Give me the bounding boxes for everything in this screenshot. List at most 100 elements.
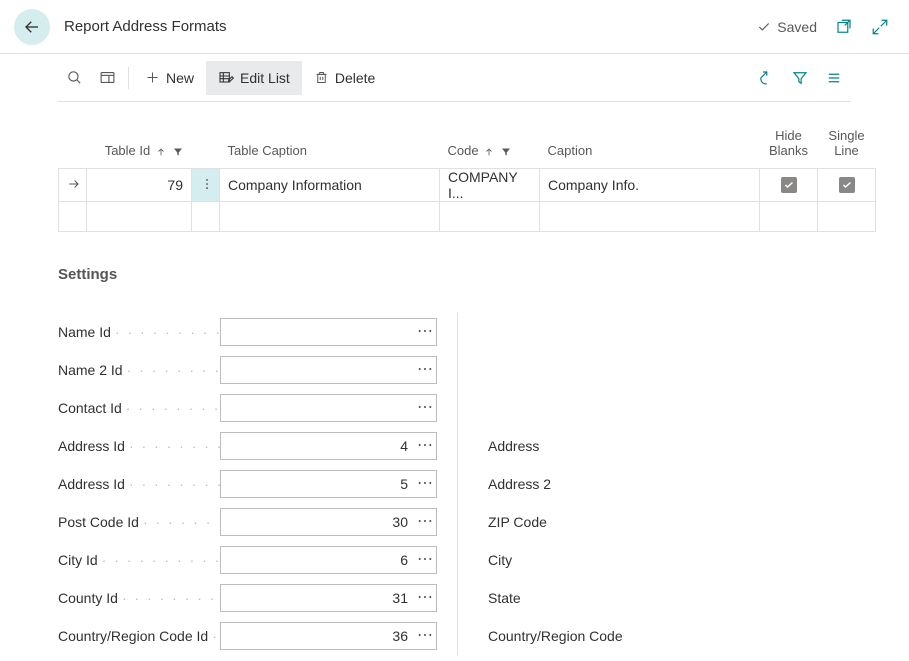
- lookup-button[interactable]: ⋯: [414, 400, 436, 416]
- field-label: Contact Id: [58, 400, 220, 416]
- share-icon: [757, 69, 775, 87]
- address-id-input[interactable]: [221, 438, 414, 454]
- lookup-button[interactable]: ⋯: [414, 514, 436, 530]
- name2-id-input[interactable]: [221, 362, 414, 378]
- field-label: Name Id: [58, 324, 220, 340]
- table-row-empty[interactable]: [59, 202, 876, 232]
- more-vertical-icon: [200, 177, 214, 191]
- sort-asc-icon: [484, 147, 494, 157]
- county-id-input[interactable]: [221, 590, 414, 606]
- filter-icon: [500, 146, 512, 158]
- popout-button[interactable]: [835, 18, 853, 36]
- new-label: New: [166, 70, 194, 86]
- expand-button[interactable]: [871, 18, 889, 36]
- col-header-hide-blanks[interactable]: Hide Blanks: [760, 122, 818, 169]
- popout-icon: [835, 18, 853, 36]
- filter-icon: [172, 146, 184, 158]
- contact-id-input[interactable]: [221, 400, 414, 416]
- field-address2-id: Address Id ⋯: [58, 465, 437, 503]
- col-header-hide-blanks-label: Hide Blanks: [769, 128, 808, 158]
- col-header-table-caption[interactable]: Table Caption: [220, 122, 440, 169]
- cell-table-id[interactable]: 79: [87, 169, 192, 202]
- filter-button[interactable]: [783, 63, 817, 93]
- view-button[interactable]: [91, 61, 124, 95]
- field-label: Address Id: [58, 476, 220, 492]
- settings-section: Settings Name Id ⋯ Name 2 Id ⋯ Contact I…: [0, 266, 909, 655]
- field-label: County Id: [58, 590, 220, 606]
- sort-asc-icon: [156, 147, 166, 157]
- back-button[interactable]: [14, 9, 50, 45]
- col-header-single-line-label: Single Line: [828, 128, 864, 158]
- saved-label: Saved: [777, 19, 817, 35]
- plus-icon: [145, 70, 160, 85]
- checkbox-checked-icon: [839, 177, 855, 193]
- field-countryregion-id: Country/Region Code Id ⋯: [58, 617, 437, 655]
- field-city-id: City Id ⋯: [58, 541, 437, 579]
- lookup-button[interactable]: ⋯: [414, 438, 436, 454]
- back-arrow-icon: [23, 18, 41, 36]
- lookup-button[interactable]: ⋯: [414, 362, 436, 378]
- lookup-button[interactable]: ⋯: [414, 628, 436, 644]
- lookup-button[interactable]: ⋯: [414, 476, 436, 492]
- col-header-table-id-label: Table Id: [105, 143, 151, 158]
- list-icon: [825, 69, 843, 87]
- cell-table-caption[interactable]: Company Information: [220, 169, 440, 202]
- lookup-button[interactable]: ⋯: [414, 590, 436, 606]
- checkbox-checked-icon: [781, 177, 797, 193]
- col-header-code-label: Code: [448, 143, 479, 158]
- top-right-actions: Saved: [757, 18, 889, 36]
- top-bar: Report Address Formats Saved: [0, 0, 909, 54]
- edit-list-icon: [218, 70, 234, 86]
- assoc-label: State: [488, 579, 623, 617]
- trash-icon: [314, 70, 329, 85]
- col-header-table-caption-label: Table Caption: [228, 143, 308, 158]
- new-button[interactable]: New: [133, 61, 206, 95]
- assoc-label: ZIP Code: [488, 503, 623, 541]
- filter-icon: [791, 69, 809, 87]
- delete-button[interactable]: Delete: [302, 61, 387, 95]
- list-options-button[interactable]: [817, 63, 851, 93]
- assoc-label: Address 2: [488, 465, 623, 503]
- postcode-id-input[interactable]: [221, 514, 414, 530]
- countryregion-id-input[interactable]: [221, 628, 414, 644]
- row-arrow-icon: [67, 177, 81, 191]
- toolbar: New Edit List Delete: [58, 54, 851, 102]
- edit-list-label: Edit List: [240, 70, 290, 86]
- name-id-input[interactable]: [221, 324, 414, 340]
- field-county-id: County Id ⋯: [58, 579, 437, 617]
- cell-single-line[interactable]: [818, 169, 876, 202]
- delete-label: Delete: [335, 70, 375, 86]
- search-button[interactable]: [58, 61, 91, 95]
- city-id-input[interactable]: [221, 552, 414, 568]
- lookup-button[interactable]: ⋯: [414, 552, 436, 568]
- card-view-icon: [99, 69, 116, 86]
- lookup-button[interactable]: ⋯: [414, 324, 436, 340]
- address2-id-input[interactable]: [221, 476, 414, 492]
- field-name-id: Name Id ⋯: [58, 313, 437, 351]
- row-selector[interactable]: [59, 169, 87, 202]
- row-menu-button[interactable]: [192, 169, 220, 202]
- settings-title: Settings: [58, 266, 851, 283]
- assoc-label: Country/Region Code: [488, 617, 623, 655]
- cell-caption[interactable]: Company Info.: [540, 169, 760, 202]
- field-name2-id: Name 2 Id ⋯: [58, 351, 437, 389]
- assoc-label: City: [488, 541, 623, 579]
- col-header-code[interactable]: Code: [440, 122, 540, 169]
- field-label: City Id: [58, 552, 220, 568]
- col-header-caption[interactable]: Caption: [540, 122, 760, 169]
- col-header-single-line[interactable]: Single Line: [818, 122, 876, 169]
- address-formats-grid: Table Id Table Caption Code Caption Hide…: [58, 122, 876, 232]
- edit-list-button[interactable]: Edit List: [206, 61, 302, 95]
- search-icon: [66, 69, 83, 86]
- settings-fields-column: Name Id ⋯ Name 2 Id ⋯ Contact Id ⋯ Addre…: [58, 313, 458, 655]
- share-button[interactable]: [749, 63, 783, 93]
- col-header-caption-label: Caption: [548, 143, 593, 158]
- table-row[interactable]: 79 Company Information COMPANY I... Comp…: [59, 169, 876, 202]
- col-header-table-id[interactable]: Table Id: [87, 122, 192, 169]
- field-contact-id: Contact Id ⋯: [58, 389, 437, 427]
- toolbar-separator: [128, 67, 129, 89]
- cell-hide-blanks[interactable]: [760, 169, 818, 202]
- field-postcode-id: Post Code Id ⋯: [58, 503, 437, 541]
- cell-code[interactable]: COMPANY I...: [440, 169, 540, 202]
- grid-area: Table Id Table Caption Code Caption Hide…: [0, 122, 909, 232]
